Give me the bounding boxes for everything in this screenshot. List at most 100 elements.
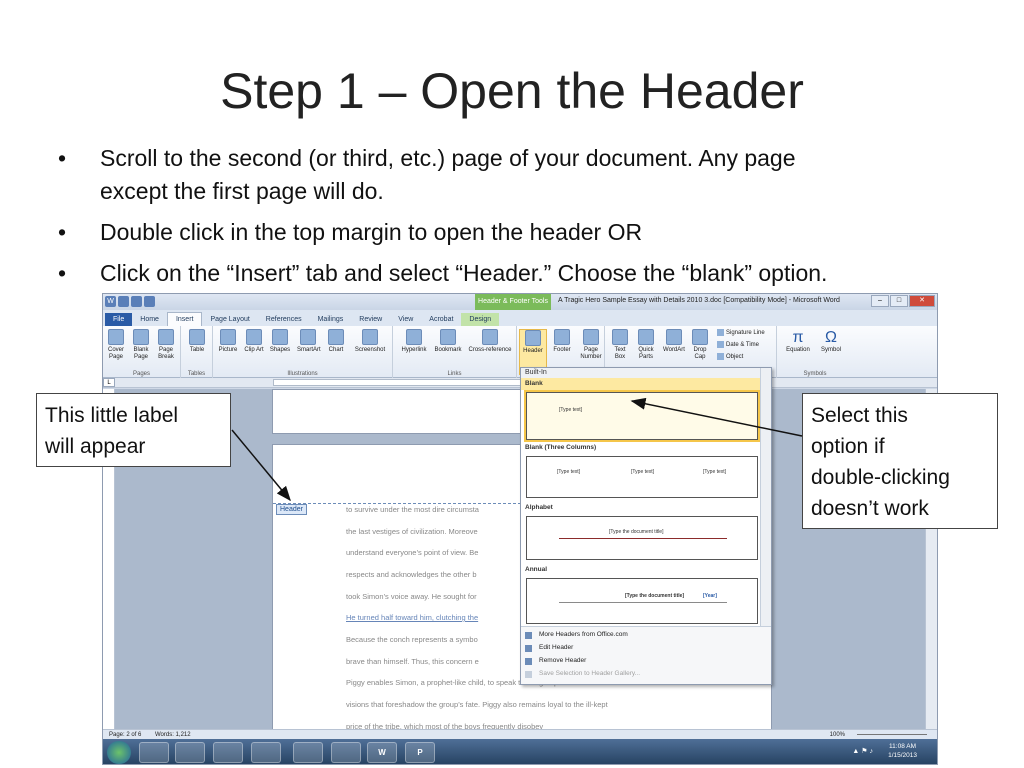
tab-page-layout[interactable]: Page Layout xyxy=(202,313,257,326)
close-icon[interactable]: ✕ xyxy=(909,295,935,307)
page-one[interactable] xyxy=(272,389,552,434)
word-taskbar-icon[interactable]: W xyxy=(367,742,397,763)
page-number-button[interactable]: Page Number xyxy=(577,329,605,361)
equation-button[interactable]: π Equation xyxy=(783,329,813,354)
date-time-button[interactable]: Date & Time xyxy=(717,341,759,348)
clock[interactable]: 11:08 AM 1/15/2013 xyxy=(888,742,917,760)
tab-view[interactable]: View xyxy=(390,313,421,326)
word-app-icon[interactable]: W xyxy=(105,296,116,307)
hyperlink-button[interactable]: Hyperlink xyxy=(397,329,431,354)
group-illustrations: Picture Clip Art Shapes SmartArt Chart S… xyxy=(213,326,393,378)
gallery-item-three-columns[interactable]: [Type text] [Type text] [Type text] xyxy=(526,456,758,498)
cross-reference-button[interactable]: Cross-reference xyxy=(465,329,515,354)
menu-edit-header[interactable]: Edit Header xyxy=(539,644,573,651)
undo-icon[interactable] xyxy=(131,296,142,307)
smartart-button[interactable]: SmartArt xyxy=(297,329,321,354)
blank-page-button[interactable]: Blank Page xyxy=(130,329,152,361)
object-button[interactable]: Object xyxy=(717,353,743,360)
tab-acrobat[interactable]: Acrobat xyxy=(421,313,461,326)
drop-cap-button[interactable]: Drop Cap xyxy=(689,329,711,361)
text-box-button[interactable]: Text Box xyxy=(609,329,631,361)
doc-title-placeholder: [Type the document title] xyxy=(625,593,685,599)
zoom-slider[interactable] xyxy=(857,734,927,735)
annual-rule xyxy=(559,602,727,603)
header-gallery: Built-In Blank [Type text] Blank (Three … xyxy=(520,367,772,685)
callout-line: This little label xyxy=(45,404,179,427)
symbol-button[interactable]: Ω Symbol xyxy=(817,329,845,354)
chart-button[interactable]: Chart xyxy=(325,329,347,354)
callout-line: option if xyxy=(811,435,885,458)
gallery-highlight xyxy=(521,378,761,390)
media-player-icon[interactable] xyxy=(251,742,281,763)
powerpoint-taskbar-icon[interactable]: P xyxy=(405,742,435,763)
tab-insert[interactable]: Insert xyxy=(166,312,203,326)
type-text-placeholder: [Type text] xyxy=(703,469,727,475)
footer-icon xyxy=(554,329,570,345)
callout-line: double-clicking xyxy=(811,466,950,489)
tab-references[interactable]: References xyxy=(258,313,310,326)
tray-arrow-icon[interactable]: ▲ xyxy=(852,748,859,755)
shapes-button[interactable]: Shapes xyxy=(269,329,291,354)
menu-remove-header[interactable]: Remove Header xyxy=(539,657,586,664)
signature-line-button[interactable]: Signature Line xyxy=(717,329,765,336)
picture-button[interactable]: Picture xyxy=(217,329,239,354)
menu-more-headers[interactable]: More Headers from Office.com xyxy=(539,631,628,638)
tab-selector[interactable]: L xyxy=(103,378,115,387)
bullet-text-line: except the first page will do. xyxy=(100,178,384,204)
gallery-item-annual[interactable]: [Type the document title] [Year] xyxy=(526,578,758,624)
year-placeholder: [Year] xyxy=(703,593,717,599)
alphabet-rule xyxy=(559,538,727,539)
gallery-item-blank-label: Blank xyxy=(525,380,543,387)
type-text-placeholder: [Type text] xyxy=(631,469,655,475)
page-break-button[interactable]: Page Break xyxy=(155,329,177,361)
tab-design[interactable]: Design xyxy=(461,313,500,326)
office-com-icon xyxy=(525,632,532,639)
gallery-item-blank[interactable]: [Type text] xyxy=(524,390,760,442)
callout-label-appear: This little label will appear xyxy=(36,393,231,467)
internet-explorer-icon[interactable] xyxy=(175,742,205,763)
callout-select-option: Select this option if double-clicking do… xyxy=(802,393,998,529)
volume-icon[interactable]: ♪ xyxy=(870,748,874,755)
word-screenshot: W Header & Footer Tools A Tragic Hero Sa… xyxy=(102,293,938,765)
gallery-item-alphabet[interactable]: [Type the document title] xyxy=(526,516,758,560)
redo-icon[interactable] xyxy=(144,296,155,307)
firefox-icon[interactable] xyxy=(139,742,169,763)
title-bar: W Header & Footer Tools A Tragic Hero Sa… xyxy=(103,294,937,310)
bullet-text-line: Double click in the top margin to open t… xyxy=(100,219,643,245)
bullet-dot: • xyxy=(58,219,67,245)
wordart-button[interactable]: WordArt xyxy=(661,329,687,354)
save-icon[interactable] xyxy=(118,296,129,307)
quick-parts-button[interactable]: Quick Parts xyxy=(635,329,657,361)
shapes-icon xyxy=(272,329,288,345)
notepad-icon[interactable] xyxy=(293,742,323,763)
tab-home[interactable]: Home xyxy=(132,313,167,326)
tab-mailings[interactable]: Mailings xyxy=(310,313,352,326)
drop-cap-icon xyxy=(692,329,708,345)
minimize-icon[interactable]: – xyxy=(871,295,889,307)
callout-line: Select this xyxy=(811,404,908,427)
ribbon-tabs: File Home Insert Page Layout References … xyxy=(103,310,937,326)
clip-art-button[interactable]: Clip Art xyxy=(243,329,265,354)
doc-line: brave than himself. Thus, this concern e xyxy=(346,657,479,666)
group-symbols: π Equation Ω Symbol Symbols xyxy=(777,326,853,378)
flag-icon[interactable]: ⚑ xyxy=(861,748,867,755)
tab-file[interactable]: File xyxy=(105,313,133,326)
cover-page-button[interactable]: Cover Page xyxy=(105,329,127,361)
remove-header-icon xyxy=(525,658,532,665)
bookmark-button[interactable]: Bookmark xyxy=(431,329,465,354)
screenshot-button[interactable]: Screenshot xyxy=(353,329,387,354)
tab-review[interactable]: Review xyxy=(351,313,390,326)
callout-line: doesn’t work xyxy=(811,497,929,520)
network-icon[interactable] xyxy=(331,742,361,763)
start-button[interactable] xyxy=(107,741,131,764)
group-links: Hyperlink Bookmark Cross-reference Links xyxy=(393,326,517,378)
doc-line: the last vestiges of civilization. Moreo… xyxy=(346,527,478,536)
maximize-icon[interactable]: □ xyxy=(890,295,908,307)
gallery-scrollbar[interactable] xyxy=(760,368,771,626)
explorer-icon[interactable] xyxy=(213,742,243,763)
bullet-dot: • xyxy=(58,260,67,286)
ruler-scale[interactable] xyxy=(273,379,521,386)
gallery-item-three-columns-label: Blank (Three Columns) xyxy=(525,444,597,451)
footer-button[interactable]: Footer xyxy=(549,329,575,354)
table-button[interactable]: Table xyxy=(186,329,208,354)
